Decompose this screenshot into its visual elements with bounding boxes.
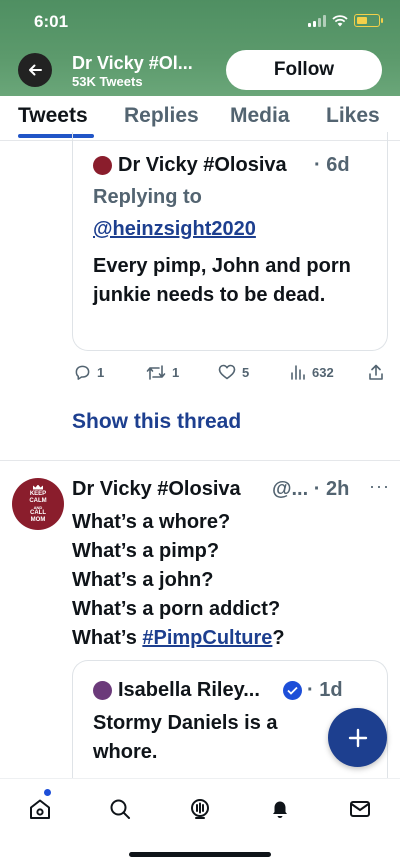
like-count: 5 — [242, 364, 250, 380]
replying-to-handle[interactable]: @heinzsight2020 — [93, 218, 256, 241]
header-tweet-count: 53K Tweets — [72, 74, 143, 89]
quoted-author-avatar — [93, 156, 112, 175]
quoted-author-name: Dr Vicky #Olosiva — [118, 154, 287, 176]
envelope-icon — [350, 801, 370, 817]
back-button[interactable] — [18, 53, 52, 87]
quoted-author-name: Isabella Riley... — [118, 679, 260, 701]
crown-icon — [33, 484, 43, 490]
tweet-actions: 1 1 5 632 — [72, 362, 388, 386]
nav-messages[interactable] — [344, 793, 376, 825]
tab-media[interactable]: Media — [230, 104, 290, 128]
home-indicator — [129, 852, 271, 857]
tweet-handle-time: @... · 2h — [272, 478, 350, 500]
header-profile-name: Dr Vicky #Ol... — [72, 53, 193, 73]
search-icon — [110, 799, 130, 819]
avatar-text-line: CALM — [29, 497, 47, 504]
tab-likes[interactable]: Likes — [326, 104, 380, 128]
tweet-text-line: What’s a whore? — [72, 511, 231, 533]
tweet-text-line: What’s a john? — [72, 569, 214, 591]
status-time: 6:01 — [34, 12, 69, 31]
views-button[interactable]: 632 — [290, 364, 334, 380]
quoted-tweet-card[interactable]: Dr Vicky #Olosiva · 6d Replying to @hein… — [72, 132, 388, 351]
follow-button[interactable]: Follow — [226, 50, 382, 90]
profile-header: 6:01 Dr Vicky #Ol... 53K Tweets Follow — [0, 0, 400, 96]
more-options-icon[interactable]: ··· — [369, 476, 390, 497]
replying-to-label: Replying to — [93, 186, 202, 208]
share-button[interactable] — [368, 364, 384, 381]
show-thread-link[interactable]: Show this thread — [72, 410, 241, 434]
compose-tweet-button[interactable] — [328, 708, 387, 767]
retweet-count: 1 — [172, 365, 180, 380]
arrow-left-icon — [29, 64, 42, 76]
nav-search[interactable] — [104, 793, 136, 825]
heart-icon — [218, 364, 236, 380]
nav-home[interactable] — [24, 793, 56, 825]
bell-icon — [273, 801, 287, 818]
avatar-text-line: KEEP — [29, 490, 47, 497]
spaces-icon — [191, 799, 209, 819]
verified-badge-icon — [283, 681, 302, 700]
tweet-text-line: What’s a pimp? — [72, 540, 220, 562]
view-count: 632 — [312, 364, 334, 380]
tweet-text: What’s a whore? What’s a pimp? What’s a … — [72, 508, 392, 653]
tweet-text-line: What’s a porn addict? — [72, 598, 281, 620]
avatar-text-line: CALL — [30, 509, 46, 516]
quoted-tweet-time: · 1d — [307, 679, 343, 701]
tweet-author-name[interactable]: Dr Vicky #Olosiva — [72, 478, 241, 501]
avatar-text-line: MOM — [30, 516, 46, 523]
quoted-tweet-text: Every pimp, John and porn junkie needs t… — [93, 255, 351, 306]
nav-spaces[interactable] — [184, 793, 216, 825]
signal-icon — [308, 14, 326, 27]
quoted-tweet-time: · 6d — [314, 154, 350, 176]
avatar[interactable]: KEEP CALM AND CALL MOM — [12, 478, 64, 530]
tweet-text-prefix: What’s — [72, 627, 143, 649]
retweet-button[interactable]: 1 — [146, 364, 179, 381]
views-chart-icon — [291, 365, 305, 380]
home-icon — [30, 799, 50, 819]
battery-icon — [354, 14, 383, 27]
like-button[interactable]: 5 — [218, 364, 249, 380]
quoted-tweet-text: Stormy Daniels is a whore. — [93, 712, 278, 763]
status-icons — [308, 14, 383, 27]
reply-icon — [75, 365, 90, 380]
reply-count: 1 — [97, 365, 105, 380]
share-icon — [369, 364, 383, 380]
reply-button[interactable]: 1 — [74, 364, 104, 381]
tweet-divider — [0, 460, 400, 461]
nav-notifications[interactable] — [264, 793, 296, 825]
notification-dot — [44, 789, 51, 796]
quoted-author-avatar — [93, 681, 112, 700]
wifi-icon — [332, 14, 348, 26]
plus-icon — [348, 728, 367, 747]
retweet-icon — [146, 365, 166, 380]
tab-replies[interactable]: Replies — [124, 104, 199, 128]
tab-tweets[interactable]: Tweets — [18, 104, 88, 128]
tweet-text-line: What’s #PimpCulture? — [72, 624, 392, 653]
tweet-text-suffix: ? — [272, 627, 285, 649]
hashtag-link[interactable]: #PimpCulture — [142, 627, 272, 649]
